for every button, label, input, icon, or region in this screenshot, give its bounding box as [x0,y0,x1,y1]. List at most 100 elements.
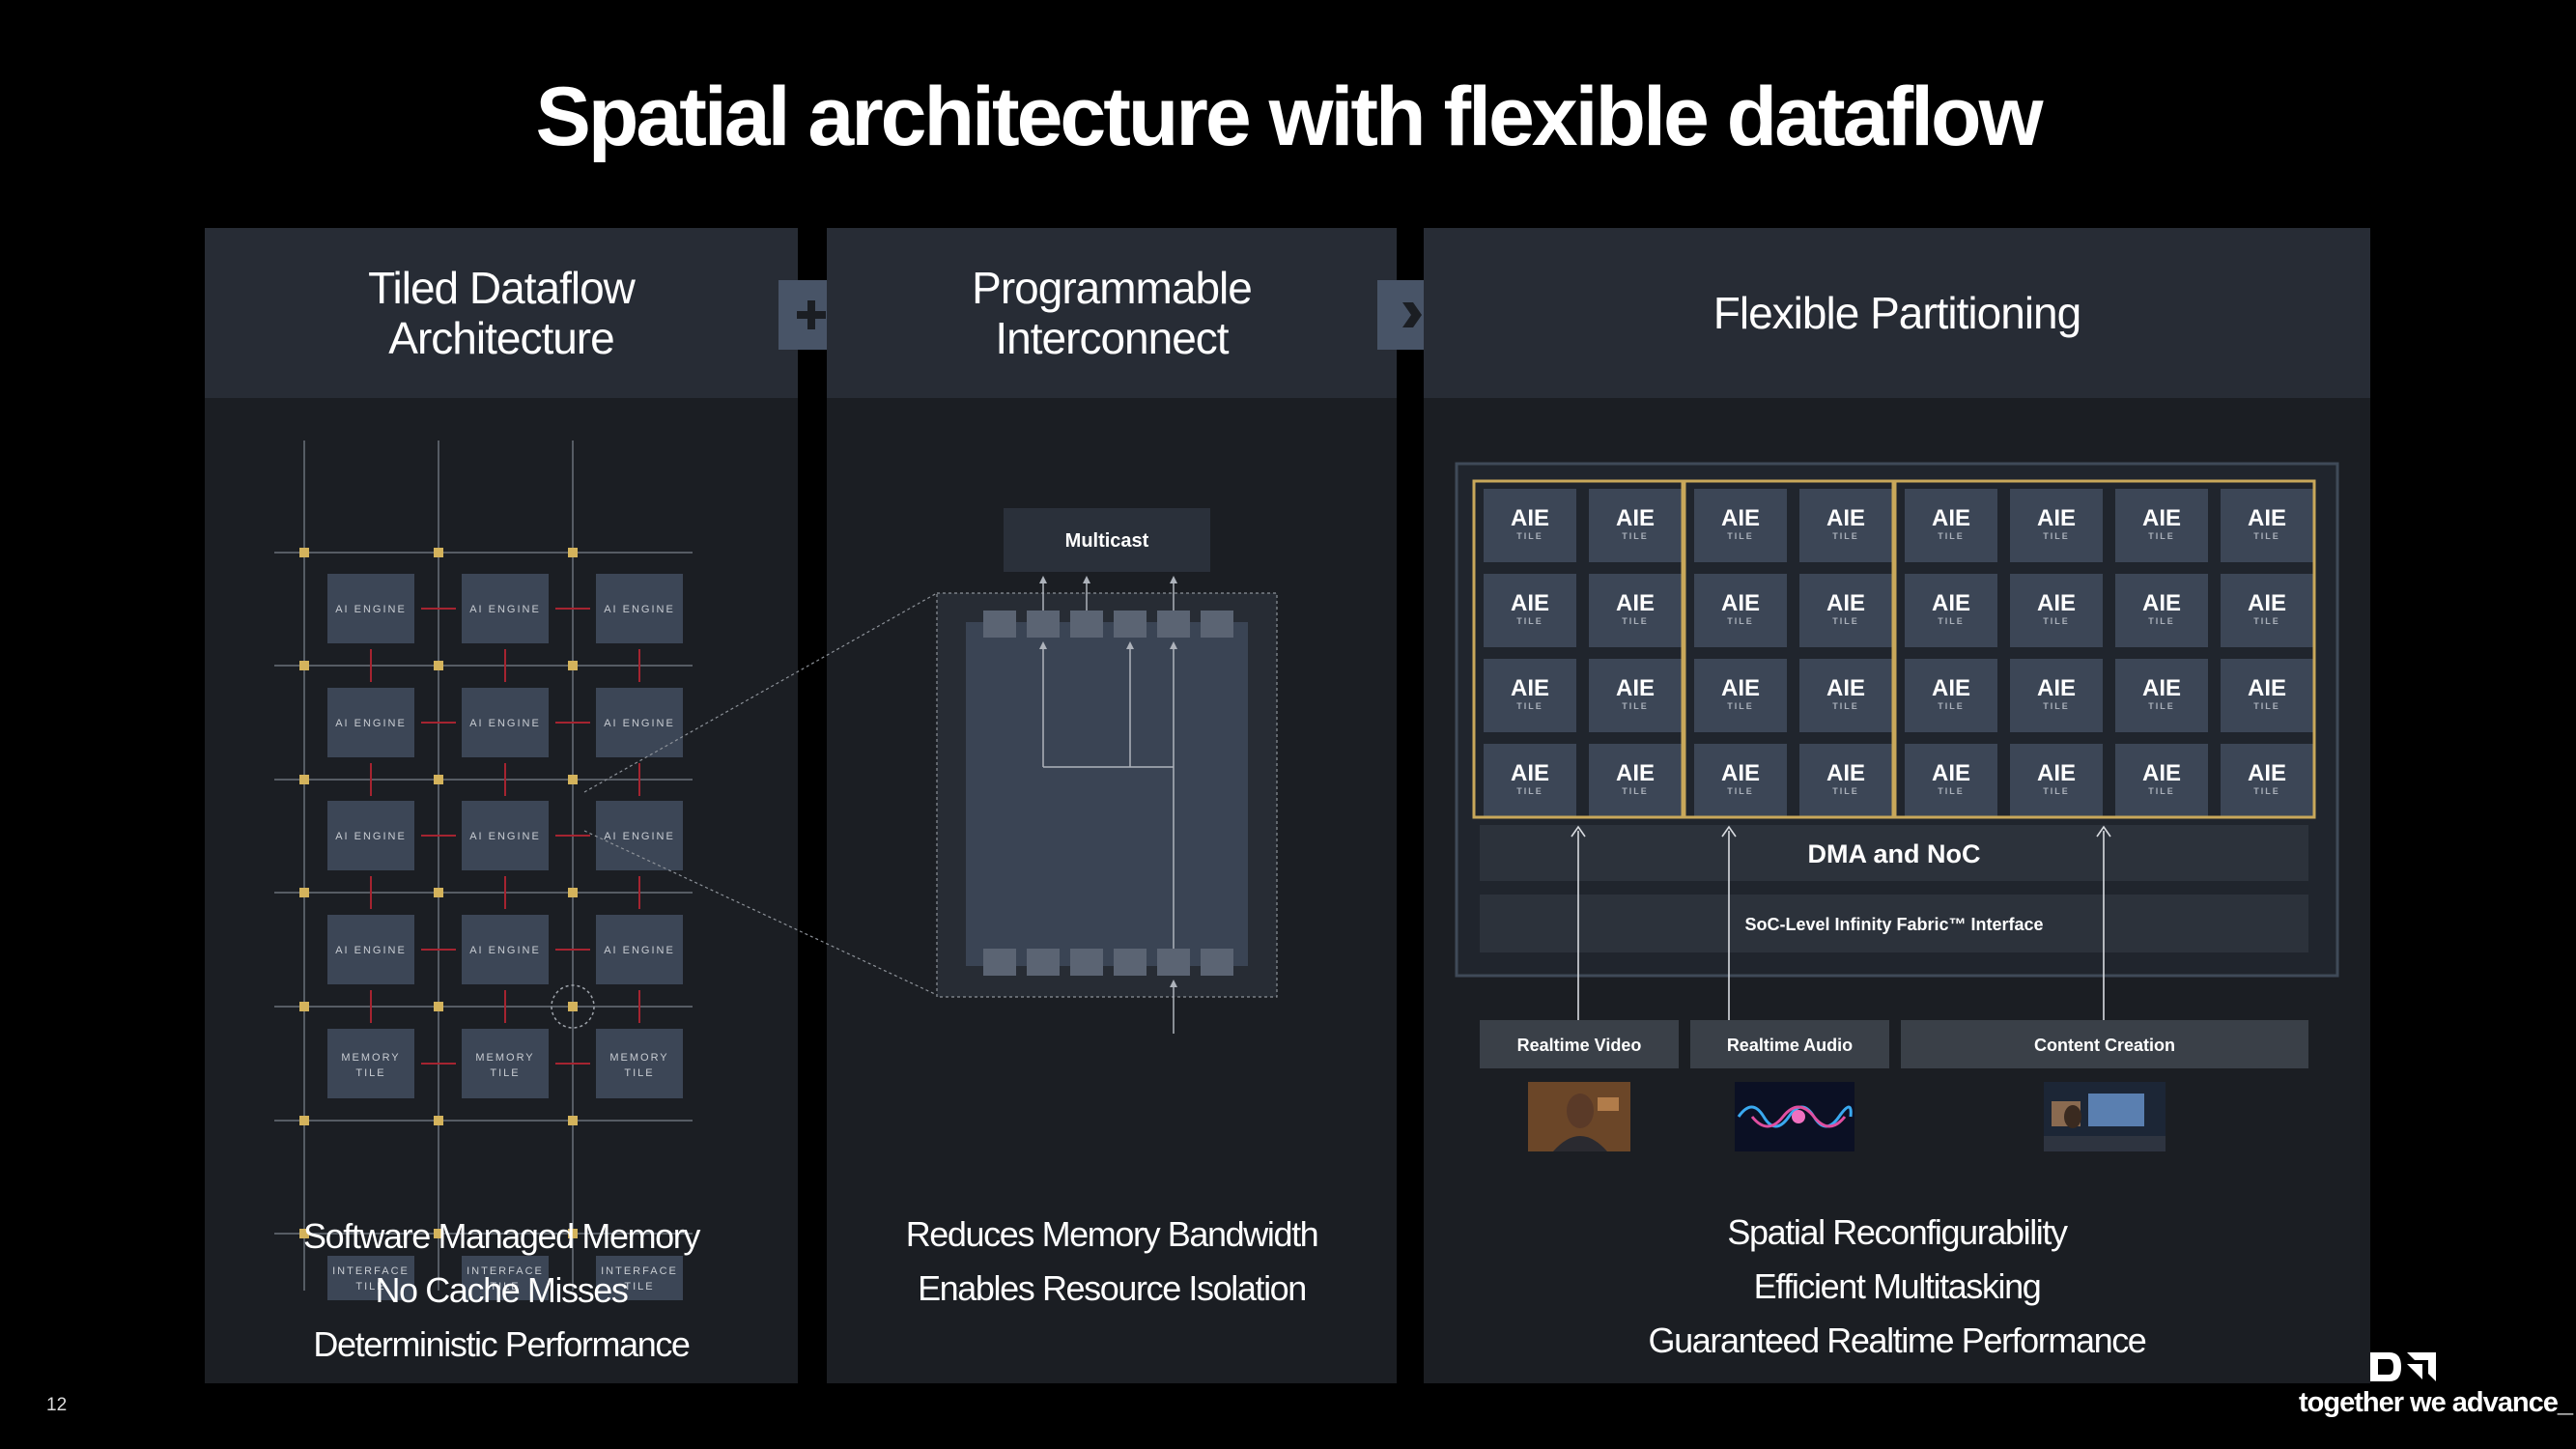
aie-tile-title: AIE [1616,590,1655,616]
aie-tile: AIETILE [2010,744,2103,817]
ai-engine-label: AI ENGINE [335,604,407,615]
ai-engine-label: AI ENGINE [335,718,407,729]
aie-tile: AIETILE [2010,489,2103,562]
aie-tile-sub: TILE [2253,786,2280,796]
aie-tile-title: AIE [2142,760,2181,786]
panel-title-line: Programmable [972,263,1253,313]
aie-tile-sub: TILE [1832,616,1859,626]
aie-tile-title: AIE [2248,675,2286,701]
aie-tile-title: AIE [1826,675,1865,701]
aie-tile-sub: TILE [1727,786,1754,796]
bullet-text: Efficient Multitasking [1753,1266,2042,1306]
aie-tile-title: AIE [2037,760,2076,786]
aie-tile-sub: TILE [2043,701,2070,711]
memory-tile-label: TILE [355,1067,385,1079]
aie-tile-title: AIE [2142,590,2181,616]
aie-tile: AIETILE [2115,744,2208,817]
aie-tile-sub: TILE [2043,531,2070,541]
memory-tile-label: MEMORY [609,1052,668,1064]
aie-tile: AIETILE [1484,744,1576,817]
aie-tile-title: AIE [1721,505,1760,531]
aie-tile: AIETILE [1484,489,1576,562]
memory-tile-label: MEMORY [475,1052,534,1064]
aie-tile-title: AIE [1616,675,1655,701]
aie-tile-sub: TILE [1727,701,1754,711]
aie-tile: AIETILE [2010,659,2103,732]
aie-tile-sub: TILE [1832,531,1859,541]
aie-tile: AIETILE [2115,659,2208,732]
aie-tile-sub: TILE [1938,786,1965,796]
aie-tile-title: AIE [1511,760,1549,786]
aie-tile: AIETILE [1905,574,1997,647]
aie-tile: AIETILE [1484,574,1576,647]
tagline: together we advance_ [2299,1387,2573,1418]
memory-tile-label: TILE [624,1067,654,1079]
aie-tile: AIETILE [1589,659,1682,732]
aie-tile-sub: TILE [2148,531,2175,541]
aie-tile: AIETILE [2221,659,2313,732]
aie-tile-title: AIE [1932,675,1970,701]
aie-tile-sub: TILE [2148,701,2175,711]
aie-tile-sub: TILE [1516,786,1543,796]
panel-bullets: Software Managed Memory No Cache Misses … [205,1209,798,1372]
aie-tile: AIETILE [1799,489,1892,562]
workload-label: Content Creation [2034,1036,2175,1055]
aie-tile-title: AIE [2037,590,2076,616]
panel-header: Tiled Dataflow Architecture [205,228,798,398]
memory-tile-label: MEMORY [341,1052,400,1064]
fabric-label: SoC-Level Infinity Fabric™ Interface [1744,915,2043,934]
aie-tile-title: AIE [2248,505,2286,531]
aie-tile-sub: TILE [2148,786,2175,796]
ai-engine-label: AI ENGINE [469,945,541,956]
workload-label: Realtime Video [1517,1036,1642,1055]
bullet-text: No Cache Misses [375,1270,629,1310]
slide-title: Spatial architecture with flexible dataf… [535,71,2044,163]
bullet-text: Reduces Memory Bandwidth [905,1214,1319,1254]
aie-tile-title: AIE [2248,590,2286,616]
aie-tile: AIETILE [1799,659,1892,732]
aie-tile-sub: TILE [1938,616,1965,626]
dma-noc-label: DMA and NoC [1808,839,1981,868]
aie-tile-title: AIE [1511,505,1549,531]
aie-tile: AIETILE [1694,489,1787,562]
aie-tile-sub: TILE [1622,701,1649,711]
aie-tile-title: AIE [1826,505,1865,531]
aie-tile-sub: TILE [1938,701,1965,711]
ai-engine-label: AI ENGINE [469,604,541,615]
aie-tile-sub: TILE [2043,616,2070,626]
aie-tile: AIETILE [1484,659,1576,732]
aie-tile-title: AIE [1511,675,1549,701]
aie-tile: AIETILE [1694,744,1787,817]
aie-tile-title: AIE [1826,590,1865,616]
switch-body [966,622,1248,966]
content-creation-thumbnail [2044,1082,2166,1151]
aie-tile-title: AIE [2142,675,2181,701]
aie-tile: AIETILE [2115,574,2208,647]
panel-title-line: Tiled Dataflow [368,263,636,313]
aie-tile-title: AIE [1932,760,1970,786]
aie-tile: AIETILE [1799,574,1892,647]
aie-tile-title: AIE [1721,590,1760,616]
aie-tile-sub: TILE [1516,616,1543,626]
panel-bullets: Spatial Reconfigurability Efficient Mult… [1424,1206,2370,1368]
bullet-text: Spatial Reconfigurability [1727,1212,2068,1252]
aie-tile: AIETILE [2115,489,2208,562]
aie-tile-title: AIE [1616,505,1655,531]
aie-tile: AIETILE [1589,489,1682,562]
bullet-text: Guaranteed Realtime Performance [1648,1321,2147,1360]
panel-title-line: Architecture [388,313,614,363]
aie-tile-title: AIE [1932,590,1970,616]
aie-tile-sub: TILE [1516,531,1543,541]
bullet-text: Software Managed Memory [303,1216,700,1256]
aie-tile-title: AIE [1511,590,1549,616]
aie-tile-title: AIE [1721,675,1760,701]
aie-tile: AIETILE [2010,574,2103,647]
aie-tile-sub: TILE [1727,616,1754,626]
aie-tile: AIETILE [1589,574,1682,647]
memory-tiles: MEMORY TILE MEMORY TILE MEMORY TILE [327,1029,683,1098]
audio-thumbnail [1735,1082,1854,1151]
aie-tile-title: AIE [1826,760,1865,786]
bullet-text: Deterministic Performance [313,1324,691,1364]
ai-engine-label: AI ENGINE [335,831,407,842]
aie-tile-title: AIE [1932,505,1970,531]
